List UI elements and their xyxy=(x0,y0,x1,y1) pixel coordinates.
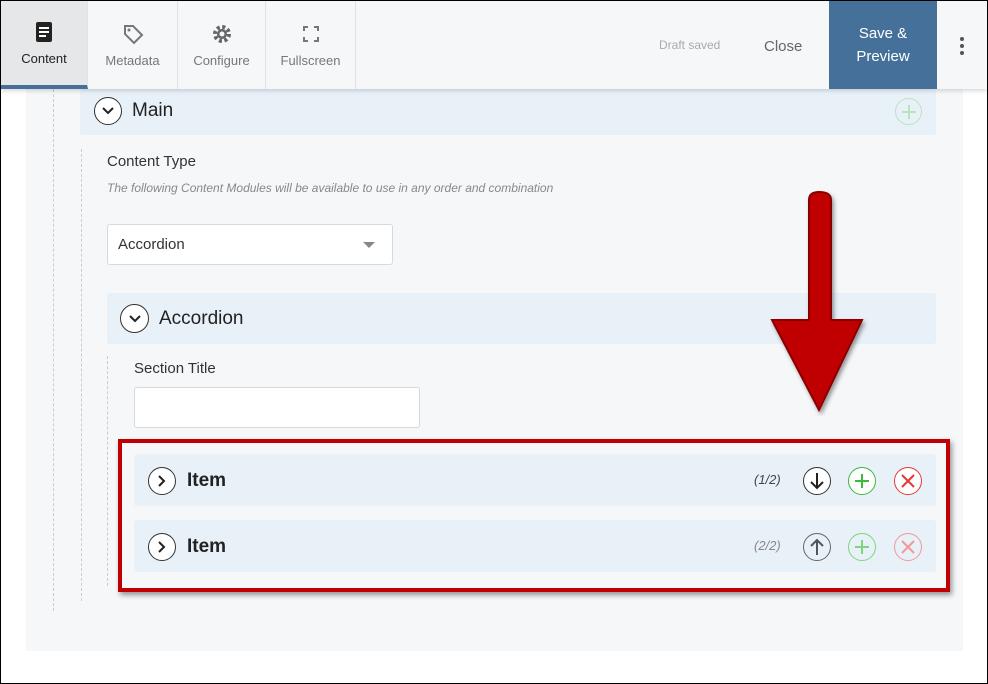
content-type-help: The following Content Modules will be av… xyxy=(107,181,554,195)
content-type-select[interactable]: Accordion xyxy=(107,224,393,265)
close-button[interactable]: Close xyxy=(764,38,802,55)
section-title-input[interactable] xyxy=(134,387,420,428)
kebab-icon[interactable] xyxy=(960,37,965,55)
document-icon xyxy=(36,21,52,42)
gear-icon xyxy=(212,24,231,43)
tab-label: Content xyxy=(21,50,67,66)
tab-label: Metadata xyxy=(105,52,160,68)
preview-label: Preview xyxy=(856,48,910,65)
tab-fullscreen[interactable]: Fullscreen xyxy=(266,1,356,89)
toolbar: Content Metadata Configure Fullscreen Dr… xyxy=(1,1,987,89)
section-title-label: Section Title xyxy=(134,360,216,377)
caret-down-icon xyxy=(363,242,375,248)
select-value: Accordion xyxy=(118,236,185,253)
tag-icon xyxy=(123,24,143,44)
add-icon[interactable] xyxy=(895,98,922,125)
save-label: Save & xyxy=(858,25,908,42)
main-section-title: Main xyxy=(132,100,174,121)
tab-metadata[interactable]: Metadata xyxy=(88,1,178,89)
tab-label: Fullscreen xyxy=(280,52,341,68)
divider xyxy=(53,89,54,611)
tab-label: Configure xyxy=(193,52,250,68)
save-preview-button[interactable]: Save & Preview xyxy=(829,1,937,89)
annotation-arrow-icon xyxy=(770,190,864,413)
tab-content[interactable]: Content xyxy=(1,1,88,89)
fullscreen-icon xyxy=(302,25,319,42)
divider xyxy=(107,356,108,586)
chevron-down-icon[interactable] xyxy=(94,97,122,125)
accordion-title: Accordion xyxy=(159,308,244,329)
divider xyxy=(81,149,82,601)
tab-configure[interactable]: Configure xyxy=(178,1,266,89)
chevron-down-icon[interactable] xyxy=(120,304,149,333)
draft-status: Draft saved xyxy=(659,38,721,52)
content-type-label: Content Type xyxy=(107,153,196,170)
main-section-header[interactable] xyxy=(80,89,936,135)
highlight-box xyxy=(118,439,950,592)
